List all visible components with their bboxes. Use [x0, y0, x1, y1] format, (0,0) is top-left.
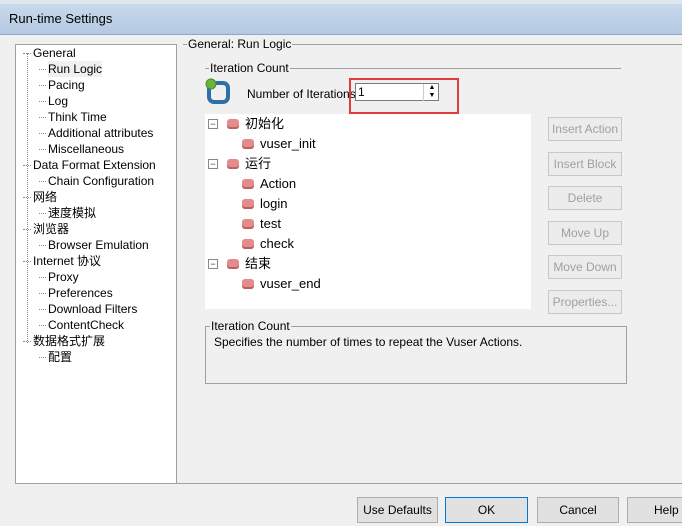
collapse-icon[interactable]: − — [208, 259, 218, 269]
action-block-icon — [242, 179, 254, 189]
sidebar-item[interactable]: Preferences — [39, 285, 113, 301]
sidebar-item[interactable]: Browser Emulation — [39, 237, 149, 253]
script-tree-label: 结束 — [245, 256, 272, 271]
script-tree-item[interactable]: login — [242, 195, 287, 213]
sidebar-item[interactable]: Pacing — [39, 77, 85, 93]
title-bar: Run-time Settings — [0, 4, 682, 35]
script-tree-label: 初始化 — [245, 116, 285, 131]
action-block-icon — [227, 159, 239, 169]
script-tree-item[interactable]: vuser_end — [242, 275, 321, 293]
script-tree-label: test — [260, 216, 281, 231]
script-tree-item[interactable]: check — [242, 235, 294, 253]
description-text: Specifies the number of times to repeat … — [214, 335, 523, 349]
iterations-label: Number of Iterations: — [247, 87, 360, 101]
collapse-icon[interactable]: − — [208, 119, 218, 129]
side-button[interactable]: Properties... — [548, 289, 622, 314]
sidebar-item[interactable]: ContentCheck — [38, 317, 124, 333]
script-tree-label: vuser_init — [260, 136, 316, 151]
iteration-loop-icon — [205, 78, 230, 104]
iteration-count-section: Iteration Count — [205, 61, 621, 75]
side-button[interactable]: Insert Action — [548, 117, 622, 141]
run-logic-group: General: Run Logic — [183, 37, 682, 55]
settings-panel: General: Run Logic Iteration Count Numbe… — [176, 37, 682, 484]
action-block-icon — [242, 199, 254, 209]
section-title: Iteration Count — [209, 61, 290, 75]
script-tree[interactable]: − 初始化 vuser_init − 运行 Action login test check − 结束… — [205, 114, 531, 309]
script-tree-item[interactable]: Action — [242, 175, 296, 193]
tree-line — [27, 53, 28, 343]
script-tree-label: check — [260, 236, 294, 251]
sidebar-item[interactable]: 配置 — [38, 349, 72, 365]
script-tree-item[interactable]: 初始化 — [227, 115, 284, 133]
action-block-icon — [242, 139, 254, 149]
action-block-icon — [227, 119, 239, 129]
script-tree-label: login — [260, 196, 288, 211]
sidebar-item[interactable]: Chain Configuration — [38, 173, 154, 189]
iterations-spinner[interactable]: ▲ ▼ — [423, 84, 440, 101]
script-tree-item[interactable]: vuser_init — [242, 135, 316, 153]
sidebar-item[interactable]: Run Logic — [38, 61, 103, 77]
spin-down-icon[interactable]: ▼ — [424, 92, 440, 100]
spin-up-icon[interactable]: ▲ — [424, 84, 440, 92]
description-title: Iteration Count — [210, 319, 291, 333]
script-tree-label: Action — [260, 176, 297, 191]
side-button[interactable]: Delete — [548, 186, 622, 210]
sidebar-item[interactable]: Internet 协议 — [22, 253, 101, 269]
sidebar-item[interactable]: General — [23, 45, 76, 61]
sidebar-item[interactable]: Data Format Extension — [23, 157, 156, 173]
script-tree-label: vuser_end — [260, 276, 321, 291]
side-button[interactable]: Insert Block — [548, 151, 622, 176]
sidebar-item[interactable]: Download Filters — [38, 301, 137, 317]
group-title: General: Run Logic — [187, 37, 293, 51]
side-button[interactable]: Move Down — [548, 255, 622, 279]
side-button[interactable]: Move Up — [548, 220, 622, 245]
sidebar-item[interactable]: Proxy — [39, 269, 79, 285]
action-block-icon — [242, 239, 254, 249]
script-tree-item[interactable]: 结束 — [227, 255, 271, 273]
window-title: Run-time Settings — [9, 11, 113, 26]
action-block-icon — [227, 259, 239, 269]
ok-button[interactable]: OK — [445, 497, 528, 523]
action-block-icon — [242, 279, 254, 289]
sidebar-item[interactable]: Log — [38, 93, 68, 109]
sidebar-item[interactable]: 速度模拟 — [38, 205, 96, 221]
sidebar-item[interactable]: Think Time — [39, 109, 107, 125]
use-defaults-button[interactable]: Use Defaults — [357, 497, 438, 523]
settings-tree[interactable]: General Run Logic Pacing Log Think Time Addit… — [15, 44, 177, 484]
sidebar-item[interactable]: Miscellaneous — [38, 141, 124, 157]
description-group: Iteration Count Specifies the number of … — [205, 319, 627, 384]
sidebar-item[interactable]: 网络 — [22, 189, 57, 205]
sidebar-item[interactable]: Additional attributes — [38, 125, 153, 141]
sidebar-item[interactable]: 数据格式扩展 — [22, 333, 105, 349]
sidebar-item[interactable]: 浏览器 — [22, 221, 69, 237]
collapse-icon[interactable]: − — [208, 159, 218, 169]
action-block-icon — [242, 219, 254, 229]
script-tree-item[interactable]: test — [242, 215, 281, 233]
help-button[interactable]: Help — [627, 497, 682, 523]
script-tree-label: 运行 — [245, 156, 272, 171]
script-tree-item[interactable]: 运行 — [227, 155, 271, 173]
cancel-button[interactable]: Cancel — [537, 497, 619, 523]
